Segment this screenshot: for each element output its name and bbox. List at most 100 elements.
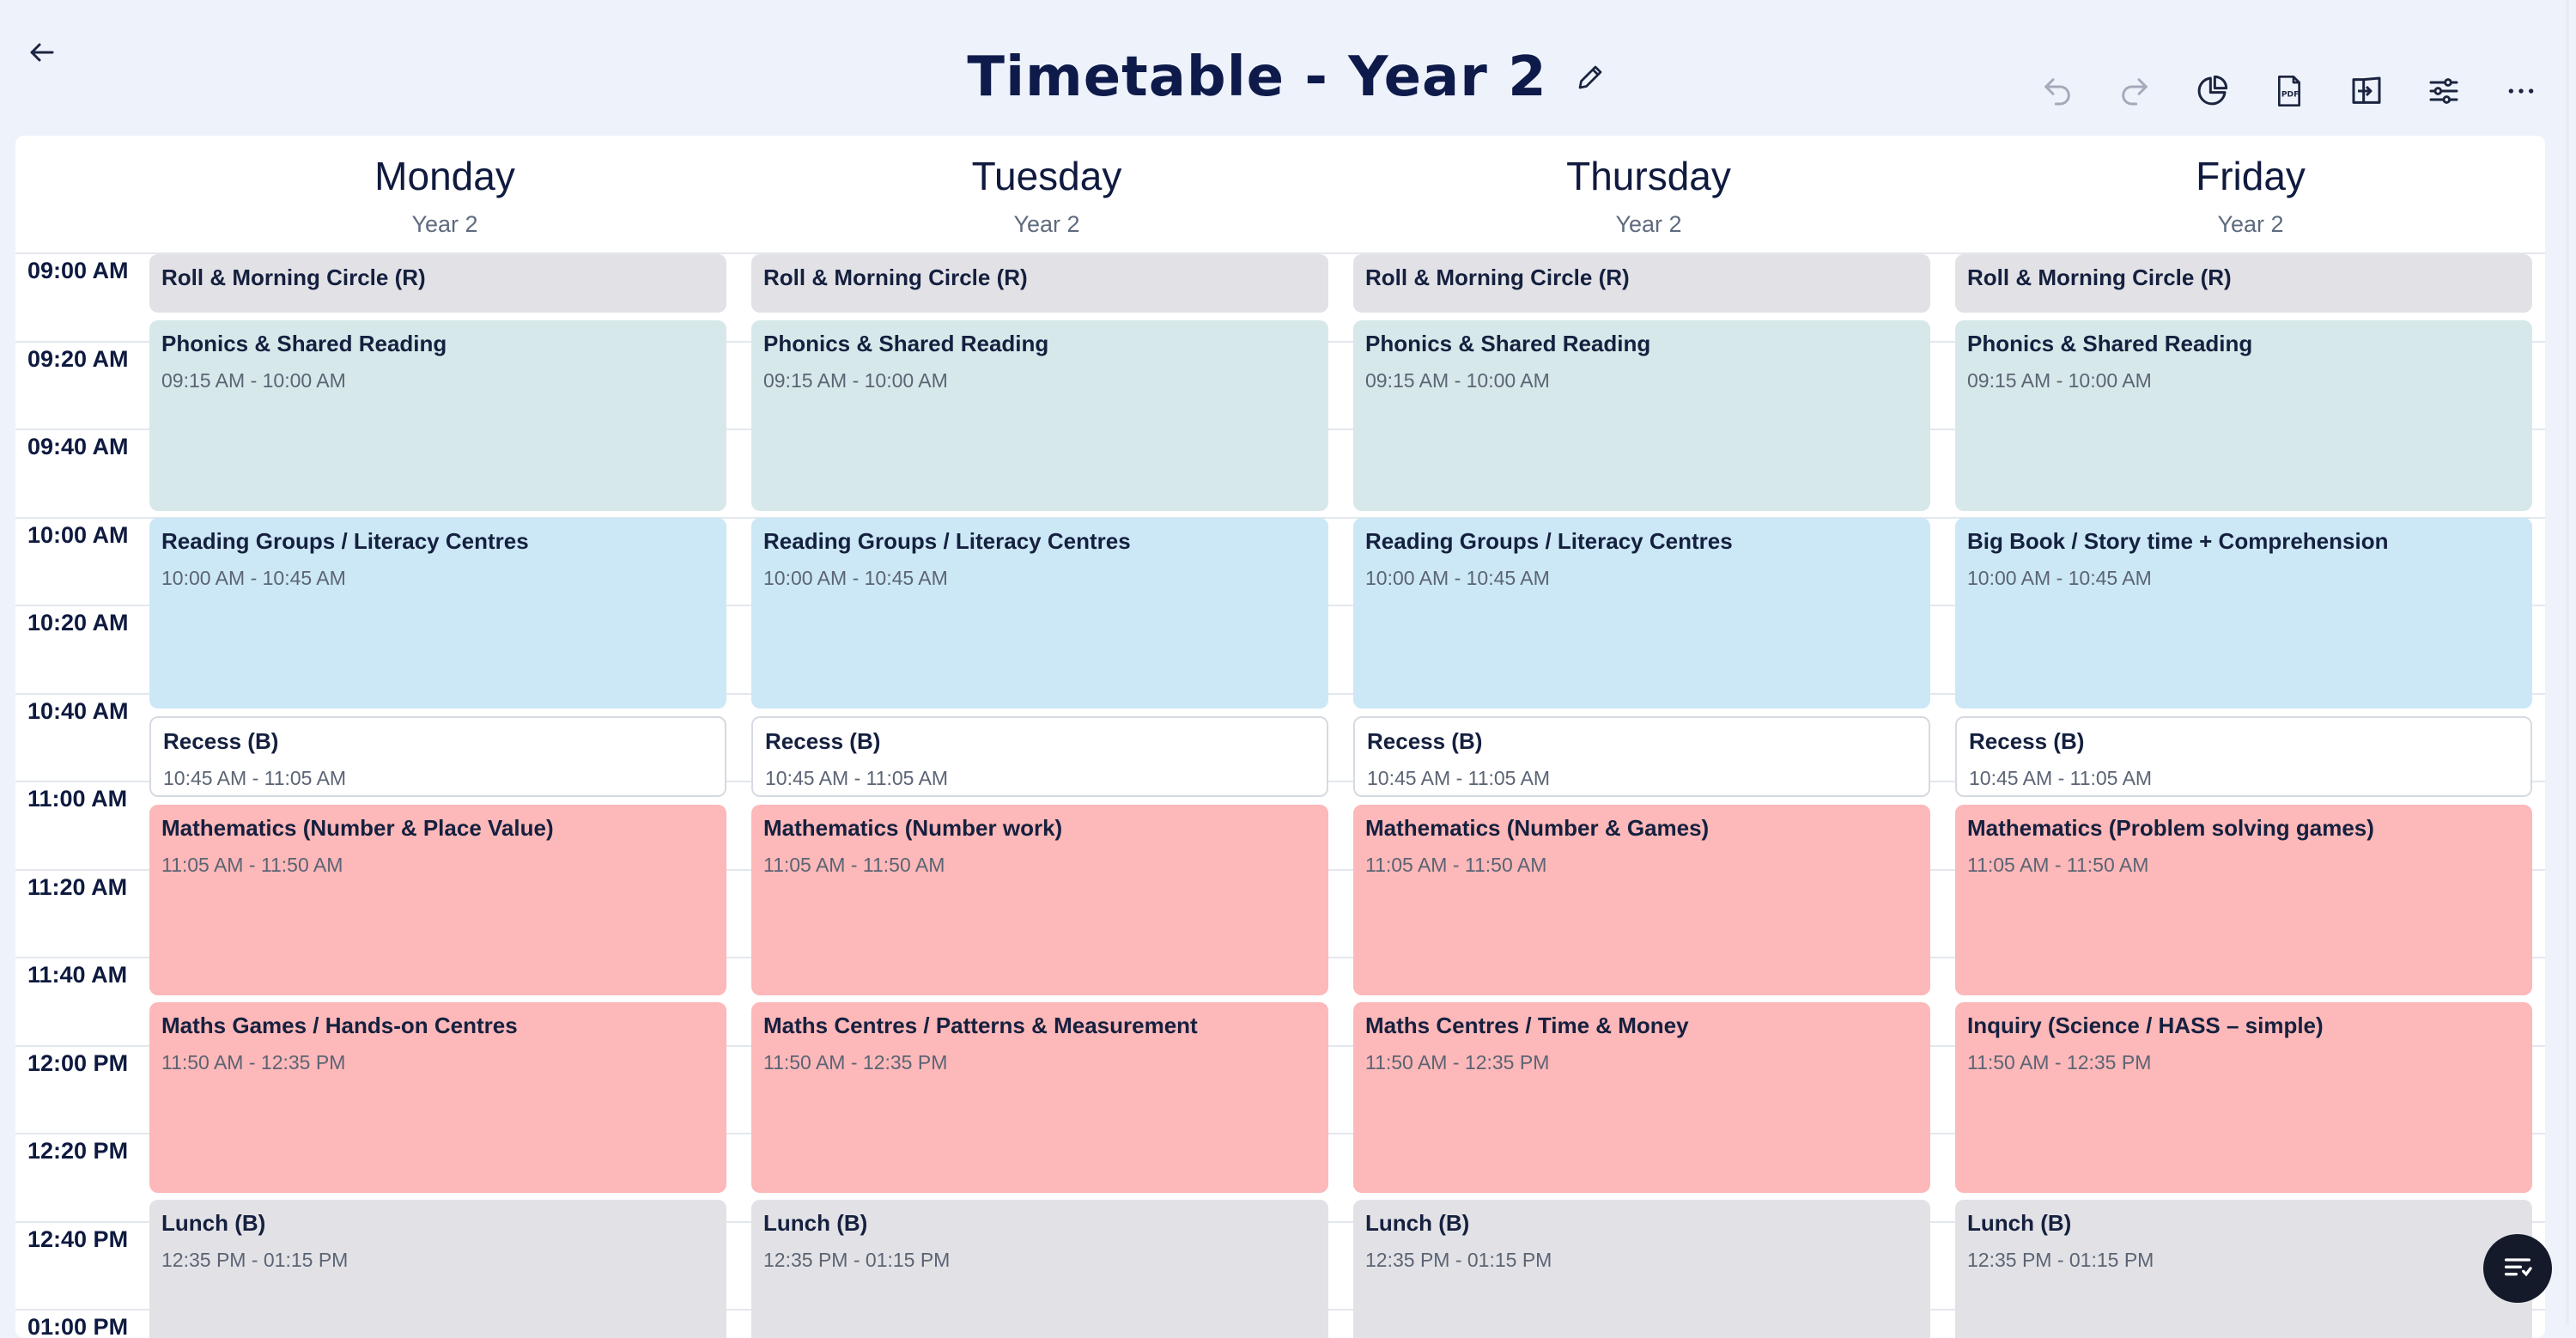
event-time: 11:05 AM - 11:50 AM [161, 854, 343, 876]
time-label: 11:00 AM [27, 786, 128, 812]
event-title: Mathematics (Number & Place Value) [161, 815, 554, 841]
day-subtitle: Year 2 [1013, 211, 1080, 237]
event-recess-friday[interactable]: Recess (B) 10:45 AM - 11:05 AM [1955, 716, 2532, 797]
event-title: Lunch (B) [161, 1210, 266, 1236]
event-recess-monday[interactable]: Recess (B) 10:45 AM - 11:05 AM [149, 716, 726, 797]
event-title: Lunch (B) [763, 1210, 868, 1236]
event-inquiry-friday[interactable]: Inquiry (Science / HASS – simple) 11:50 … [1955, 1002, 2532, 1193]
event-title: Mathematics (Problem solving games) [1967, 815, 2374, 841]
event-title: Phonics & Shared Reading [1365, 331, 1651, 356]
event-maths-centres-thursday[interactable]: Maths Centres / Time & Money 11:50 AM - … [1353, 1002, 1930, 1193]
event-phonics-monday[interactable]: Phonics & Shared Reading 09:15 AM - 10:0… [149, 320, 726, 511]
event-reading-tuesday[interactable]: Reading Groups / Literacy Centres 10:00 … [751, 518, 1328, 709]
day-name: Thursday [1566, 154, 1731, 198]
event-title: Phonics & Shared Reading [161, 331, 447, 356]
event-title: Roll & Morning Circle (R) [1967, 265, 2232, 290]
event-maths-friday[interactable]: Mathematics (Problem solving games) 11:0… [1955, 805, 2532, 995]
day-header-thursday: Thursday Year 2 [1357, 153, 1941, 238]
settings-button[interactable] [2423, 70, 2464, 112]
time-label: 11:40 AM [27, 962, 128, 988]
event-maths-centres-monday[interactable]: Maths Games / Hands-on Centres 11:50 AM … [149, 1002, 726, 1193]
day-subtitle: Year 2 [411, 211, 478, 237]
time-label: 10:20 AM [27, 610, 129, 636]
event-roll-friday[interactable]: Roll & Morning Circle (R) [1955, 254, 2532, 313]
event-time: 10:45 AM - 11:05 AM [1969, 767, 2153, 789]
event-time: 11:05 AM - 11:50 AM [1967, 854, 2149, 876]
event-time: 11:50 AM - 12:35 PM [1967, 1051, 2152, 1073]
event-time: 10:45 AM - 11:05 AM [1367, 767, 1551, 789]
day-header-tuesday: Tuesday Year 2 [755, 153, 1339, 238]
edit-title-button[interactable] [1571, 58, 1609, 96]
event-time: 09:15 AM - 10:00 AM [763, 369, 948, 392]
event-reading-monday[interactable]: Reading Groups / Literacy Centres 10:00 … [149, 518, 726, 709]
redo-icon [2122, 78, 2148, 106]
timetable-grid: Monday Year 2 Tuesday Year 2 Thursday Ye… [15, 136, 2545, 1338]
time-label: 12:00 PM [27, 1050, 129, 1076]
event-title: Recess (B) [765, 728, 881, 754]
day-name: Monday [374, 154, 515, 198]
event-phonics-friday[interactable]: Phonics & Shared Reading 09:15 AM - 10:0… [1955, 320, 2532, 511]
list-filter-icon [2505, 1258, 2532, 1277]
time-label: 09:40 AM [27, 434, 129, 459]
event-title: Reading Groups / Literacy Centres [161, 528, 529, 554]
pencil-icon [1578, 65, 1601, 89]
event-title: Mathematics (Number & Games) [1365, 815, 1710, 841]
page-title: Timetable - Year 2 [967, 46, 1547, 109]
event-phonics-thursday[interactable]: Phonics & Shared Reading 09:15 AM - 10:0… [1353, 320, 1930, 511]
event-reading-thursday[interactable]: Reading Groups / Literacy Centres 10:00 … [1353, 518, 1930, 709]
event-time: 10:45 AM - 11:05 AM [765, 767, 949, 789]
open-book-icon [2352, 76, 2381, 104]
top-bar: Timetable - Year 2 PDF [0, 0, 2576, 137]
event-time: 11:05 AM - 11:50 AM [1365, 854, 1547, 876]
event-title: Big Book / Story time + Comprehension [1967, 528, 2389, 554]
event-maths-thursday[interactable]: Mathematics (Number & Games) 11:05 AM - … [1353, 805, 1930, 995]
event-roll-tuesday[interactable]: Roll & Morning Circle (R) [751, 254, 1328, 313]
event-phonics-tuesday[interactable]: Phonics & Shared Reading 09:15 AM - 10:0… [751, 320, 1328, 511]
event-lunch-monday[interactable]: Lunch (B) 12:35 PM - 01:15 PM [149, 1200, 726, 1338]
event-lunch-tuesday[interactable]: Lunch (B) 12:35 PM - 01:15 PM [751, 1200, 1328, 1338]
statistics-button[interactable] [2191, 70, 2233, 112]
redo-button[interactable] [2114, 70, 2155, 112]
event-time: 11:05 AM - 11:50 AM [763, 854, 945, 876]
event-title: Recess (B) [1969, 728, 2085, 754]
event-title: Recess (B) [1367, 728, 1483, 754]
event-roll-thursday[interactable]: Roll & Morning Circle (R) [1353, 254, 1930, 313]
event-title: Phonics & Shared Reading [763, 331, 1049, 356]
event-maths-tuesday[interactable]: Mathematics (Number work) 11:05 AM - 11:… [751, 805, 1328, 995]
sliders-icon [2429, 78, 2458, 104]
event-time: 12:35 PM - 01:15 PM [1365, 1249, 1552, 1271]
svg-text:PDF: PDF [2281, 90, 2300, 100]
open-book-button[interactable] [2346, 70, 2387, 112]
time-label: 01:00 PM [27, 1314, 129, 1338]
day-subtitle: Year 2 [1615, 211, 1682, 237]
day-name: Tuesday [971, 154, 1122, 198]
event-title: Reading Groups / Literacy Centres [1365, 528, 1733, 554]
event-title: Lunch (B) [1365, 1210, 1470, 1236]
event-recess-tuesday[interactable]: Recess (B) 10:45 AM - 11:05 AM [751, 716, 1328, 797]
event-time: 10:00 AM - 10:45 AM [763, 567, 948, 589]
event-roll-monday[interactable]: Roll & Morning Circle (R) [149, 254, 726, 313]
event-recess-thursday[interactable]: Recess (B) 10:45 AM - 11:05 AM [1353, 716, 1930, 797]
event-maths-centres-tuesday[interactable]: Maths Centres / Patterns & Measurement 1… [751, 1002, 1328, 1193]
event-title: Roll & Morning Circle (R) [161, 265, 426, 290]
event-lunch-friday[interactable]: Lunch (B) 12:35 PM - 01:15 PM [1955, 1200, 2532, 1338]
day-name: Friday [2196, 154, 2306, 198]
day-subtitle: Year 2 [2217, 211, 2284, 237]
time-label: 10:00 AM [27, 522, 129, 548]
toolbar: PDF [2037, 69, 2542, 113]
more-icon [2508, 88, 2534, 94]
scrollbar[interactable] [2566, 0, 2569, 1325]
time-label: 09:00 AM [27, 258, 129, 283]
more-button[interactable] [2500, 70, 2542, 112]
event-maths-monday[interactable]: Mathematics (Number & Place Value) 11:05… [149, 805, 726, 995]
pie-chart-icon [2197, 75, 2228, 106]
floating-list-button[interactable] [2483, 1234, 2552, 1303]
event-lunch-thursday[interactable]: Lunch (B) 12:35 PM - 01:15 PM [1353, 1200, 1930, 1338]
time-label: 11:20 AM [27, 874, 128, 900]
event-time: 11:50 AM - 12:35 PM [161, 1051, 346, 1073]
undo-button[interactable] [2037, 70, 2078, 112]
event-title: Phonics & Shared Reading [1967, 331, 2253, 356]
export-pdf-button[interactable]: PDF [2269, 70, 2310, 112]
event-story-time-friday[interactable]: Big Book / Story time + Comprehension 10… [1955, 518, 2532, 709]
event-title: Reading Groups / Literacy Centres [763, 528, 1131, 554]
